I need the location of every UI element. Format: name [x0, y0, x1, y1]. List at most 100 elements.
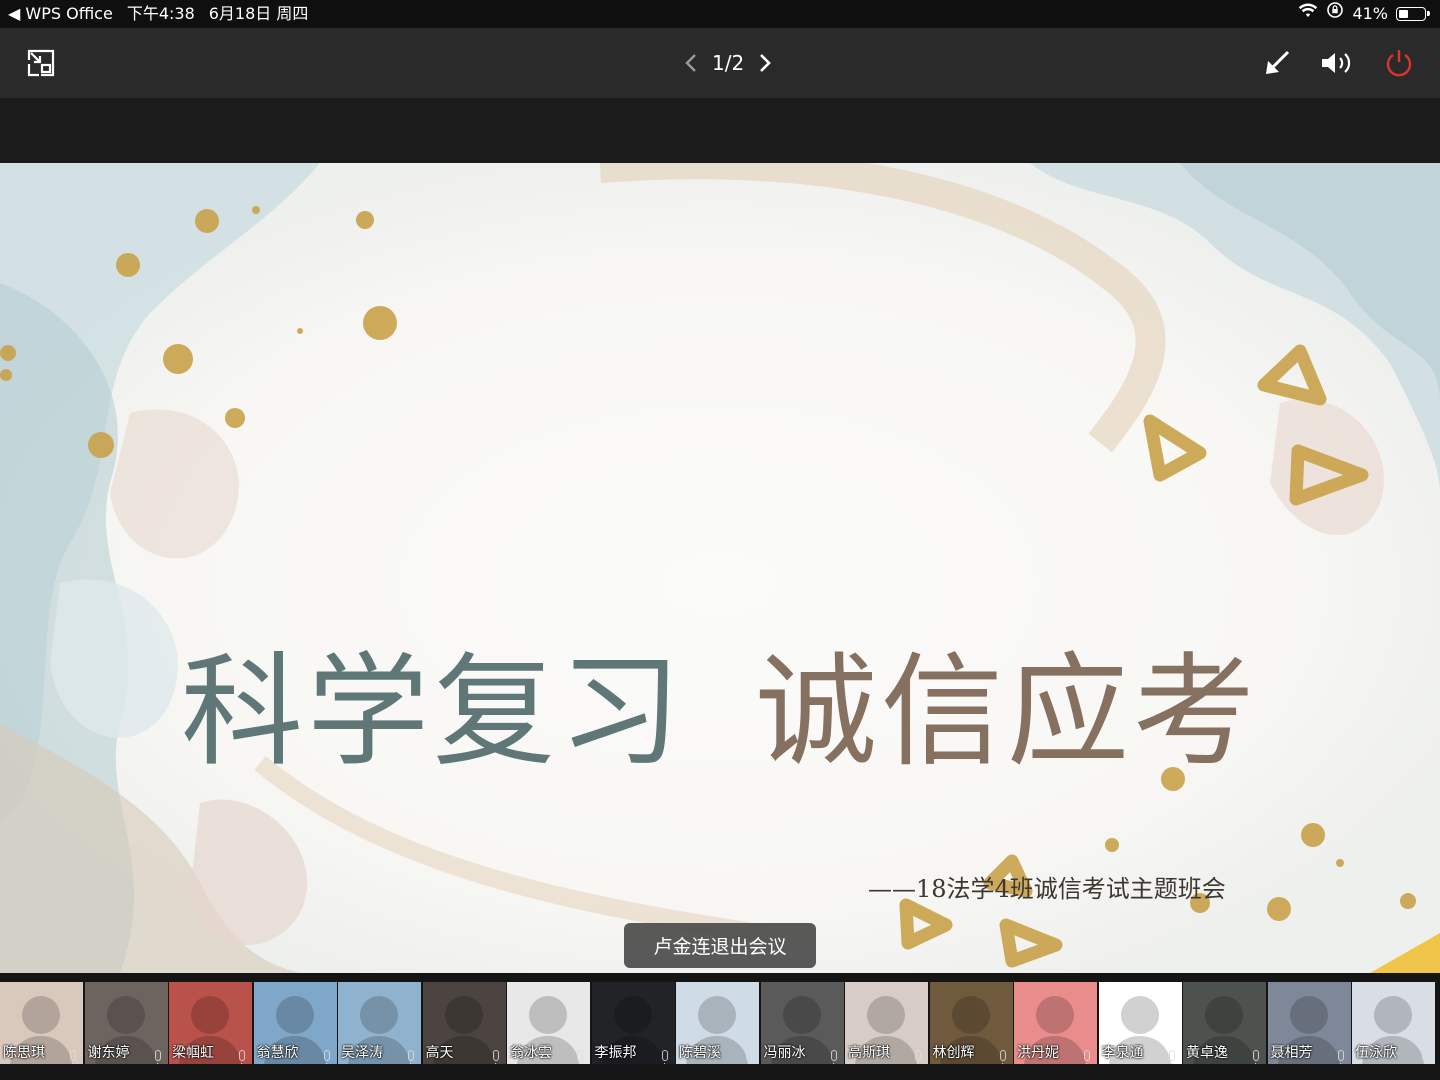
participant-tile[interactable]: 陈碧溪	[676, 982, 759, 1064]
microphone-icon	[1422, 1050, 1428, 1064]
participant-name: 聂相芳	[1270, 1045, 1313, 1061]
participant-name: 高斯琪	[848, 1045, 890, 1061]
participants-strip: 陈思琪 谢东婷 梁帼虹 翁慧欣 吴泽涛 高天 翁冰雲 李振邦 陈碧溪 冯丽冰 高斯琪 林创辉 洪丹妮 李泉…	[0, 973, 1440, 1080]
presentation-slide[interactable]: 科学复习 诚信应考 ——18法学4班诚信考试主题班会	[0, 163, 1440, 973]
previous-page-button[interactable]	[680, 46, 702, 80]
participant-tile[interactable]: 吴泽涛	[338, 982, 421, 1064]
participant-tile[interactable]: 高天	[422, 982, 506, 1064]
avatar-figure	[1120, 996, 1159, 1034]
next-page-button[interactable]	[754, 46, 776, 80]
battery-percent: 41%	[1352, 4, 1388, 23]
microphone-icon	[746, 1050, 752, 1064]
microphone-icon	[577, 1050, 583, 1064]
participant-tile[interactable]: 洪丹妮	[1014, 982, 1097, 1064]
participant-tile[interactable]: 梁帼虹	[169, 982, 252, 1064]
avatar-figure	[867, 996, 905, 1034]
status-date: 6月18日 周四	[208, 4, 309, 23]
pointer-arrow-icon	[1266, 50, 1290, 74]
battery-icon	[1396, 7, 1430, 21]
avatar-figure	[22, 996, 60, 1034]
laser-pointer-button[interactable]	[1256, 42, 1298, 84]
slide-top-margin	[0, 98, 1440, 163]
wifi-icon	[1298, 0, 1318, 28]
participant-name: 吴泽涛	[341, 1045, 383, 1061]
microphone-icon	[830, 1050, 837, 1064]
participant-tile[interactable]: 林创辉	[929, 982, 1013, 1064]
microphone-icon	[323, 1050, 330, 1064]
avatar-figure	[1036, 996, 1074, 1034]
participant-tile[interactable]: 翁慧欣	[253, 982, 337, 1064]
participant-name: 陈思琪	[3, 1045, 45, 1061]
speaker-icon	[1322, 53, 1351, 73]
participant-name: 翁冰雲	[510, 1045, 552, 1061]
participant-tile[interactable]: 李泉通	[1098, 982, 1182, 1064]
microphone-icon	[408, 1050, 414, 1064]
participant-name: 伍泳欣	[1355, 1045, 1397, 1061]
avatar-figure	[782, 996, 821, 1034]
microphone-icon	[239, 1050, 245, 1064]
participant-name: 林创辉	[932, 1045, 975, 1061]
orientation-lock-icon	[1326, 0, 1344, 28]
participant-tile[interactable]: 李振邦	[591, 982, 675, 1064]
chevron-left-icon	[685, 54, 696, 72]
avatar-figure	[529, 996, 567, 1034]
avatar-figure	[275, 996, 314, 1034]
microphone-icon	[661, 1050, 668, 1064]
participant-name: 谢东婷	[87, 1045, 130, 1061]
participant-tile[interactable]: 高斯琪	[845, 982, 928, 1064]
chevron-right-icon	[760, 54, 772, 72]
microphone-icon	[70, 1050, 76, 1064]
microphone-icon	[999, 1050, 1006, 1064]
participant-name: 冯丽冰	[763, 1045, 806, 1061]
avatar-figure	[191, 996, 229, 1034]
exit-fullscreen-icon	[27, 49, 55, 77]
avatar-figure	[1205, 996, 1243, 1034]
avatar-figure	[360, 996, 398, 1034]
microphone-icon	[1337, 1050, 1344, 1064]
page-navigator: 1/2	[680, 46, 776, 80]
avatar-figure	[951, 996, 990, 1034]
participant-tile[interactable]: 黄卓逸	[1183, 982, 1266, 1064]
participant-tile[interactable]: 伍泳欣	[1352, 982, 1435, 1064]
participant-tile[interactable]: 冯丽冰	[760, 982, 844, 1064]
watercolor-background	[0, 163, 1440, 973]
avatar-figure	[444, 996, 483, 1034]
avatar-figure	[106, 996, 145, 1034]
avatar-figure	[698, 996, 736, 1034]
microphone-icon	[1253, 1050, 1259, 1064]
microphone-icon	[1168, 1050, 1175, 1064]
participant-tile[interactable]: 陈思琪	[0, 982, 83, 1064]
participant-name: 李泉通	[1101, 1045, 1144, 1061]
power-icon	[1386, 50, 1412, 77]
avatar-figure	[1374, 996, 1412, 1034]
participant-tile[interactable]: 聂相芳	[1267, 982, 1351, 1064]
microphone-icon	[1084, 1050, 1090, 1064]
microphone-icon	[492, 1050, 499, 1064]
participant-tile[interactable]: 翁冰雲	[507, 982, 590, 1064]
participant-name: 李振邦	[594, 1045, 637, 1061]
participant-name: 洪丹妮	[1017, 1045, 1059, 1061]
status-bar: ◀ WPS Office 下午4:38 6月18日 周四 41%	[0, 0, 1440, 28]
participant-tile[interactable]: 谢东婷	[84, 982, 168, 1064]
back-to-app-link[interactable]: ◀ WPS Office	[8, 0, 113, 28]
sound-button[interactable]	[1316, 42, 1358, 84]
notification-toast: 卢金连退出会议	[624, 923, 816, 968]
avatar-figure	[613, 996, 652, 1034]
exit-fullscreen-button[interactable]	[20, 42, 62, 84]
microphone-icon	[154, 1050, 161, 1064]
slide-title: 科学复习 诚信应考	[0, 651, 1440, 773]
participant-name: 翁慧欣	[256, 1045, 299, 1061]
slide-title-part2: 诚信应考	[755, 641, 1259, 783]
presentation-toolbar: 1/2	[0, 28, 1440, 98]
microphone-icon	[915, 1050, 921, 1064]
participant-name: 陈碧溪	[679, 1045, 721, 1061]
participant-name: 梁帼虹	[172, 1045, 214, 1061]
slide-title-part1: 科学复习	[181, 641, 685, 783]
end-show-button[interactable]	[1378, 42, 1420, 84]
slide-subtitle: ——18法学4班诚信考试主题班会	[868, 875, 1226, 903]
participant-name: 高天	[425, 1045, 454, 1061]
participant-name: 黄卓逸	[1186, 1045, 1228, 1061]
avatar-figure	[1289, 996, 1328, 1034]
page-indicator: 1/2	[712, 51, 745, 75]
status-time: 下午4:38	[126, 4, 195, 23]
